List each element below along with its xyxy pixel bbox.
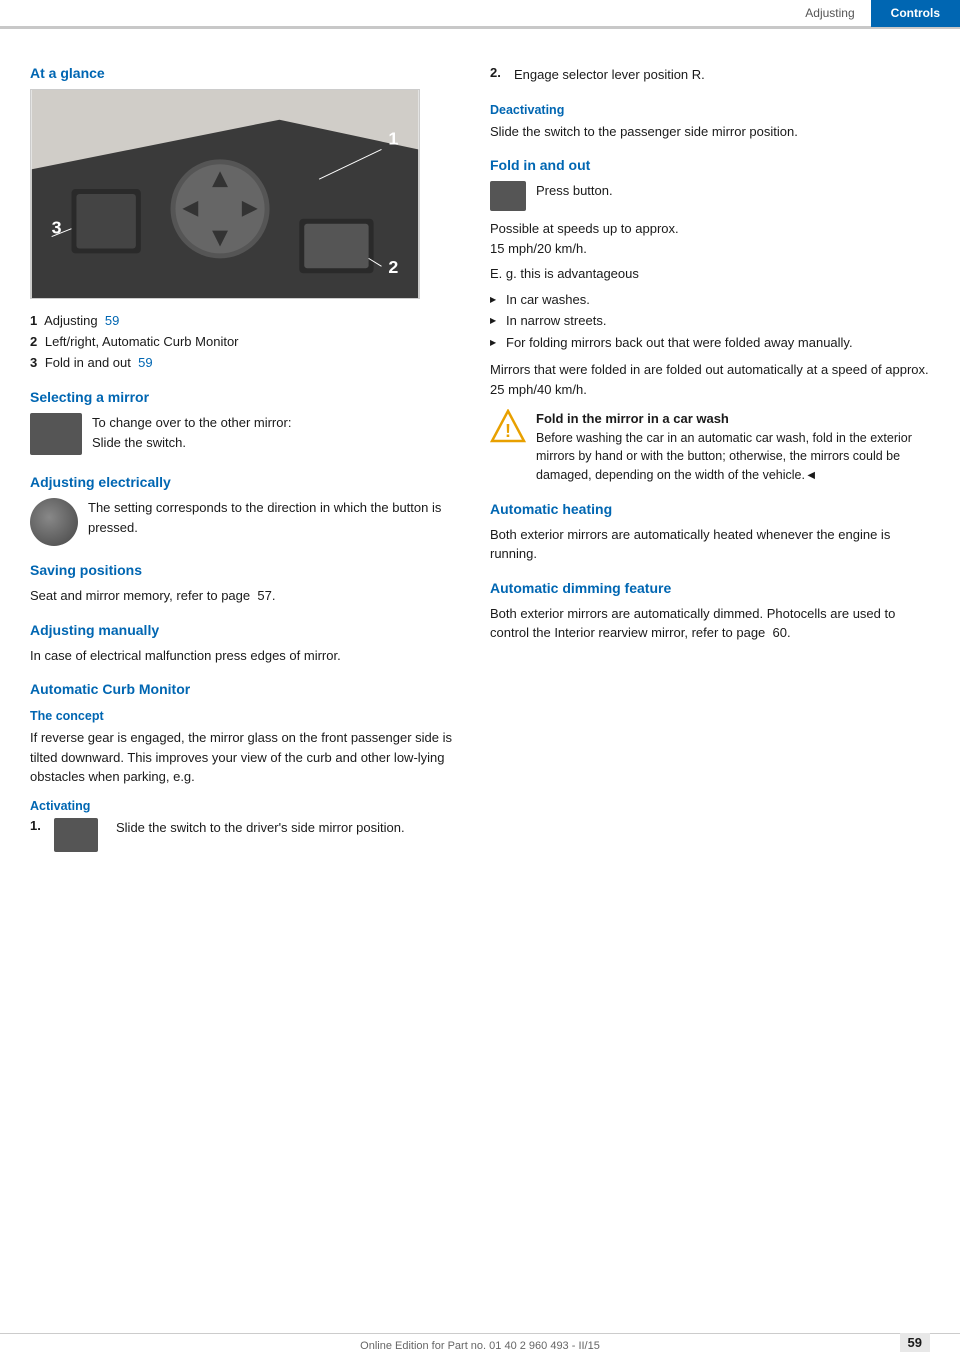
mirror-diagram: 3 2 1: [30, 89, 420, 299]
selecting-mirror-heading: Selecting a mirror: [30, 389, 460, 405]
joystick-icon: [30, 498, 78, 546]
fold-speed-text: Possible at speeds up to approx.15 mph/2…: [490, 219, 930, 258]
adjusting-manually-text: In case of electrical malfunction press …: [30, 646, 460, 666]
fold-in-out-heading: Fold in and out: [490, 157, 930, 173]
page-number: 59: [900, 1333, 930, 1352]
fold-auto-text: Mirrors that were folded in are folded o…: [490, 360, 930, 399]
step-1-num: 1.: [30, 818, 46, 833]
warning-content: Fold in the mirror in a car wash Before …: [536, 409, 930, 485]
tab-controls: Controls: [871, 0, 960, 27]
adjusting-electrically-row: The setting corresponds to the direction…: [30, 498, 460, 546]
footer: Online Edition for Part no. 01 40 2 960 …: [0, 1333, 960, 1352]
at-a-glance-heading: At a glance: [30, 65, 460, 81]
main-content: At a glance 3: [0, 45, 960, 880]
automatic-dimming-text: Both exterior mirrors are automatically …: [490, 604, 930, 643]
automatic-heating-heading: Automatic heating: [490, 501, 930, 517]
left-column: At a glance 3: [30, 65, 460, 860]
link-page-60[interactable]: 60: [773, 625, 787, 640]
activating-heading: Activating: [30, 799, 460, 813]
adjusting-electrically-text: The setting corresponds to the direction…: [88, 498, 460, 537]
step-2-row: 2. Engage selector lever position R.: [490, 65, 930, 91]
svg-text:1: 1: [388, 128, 398, 148]
deactivating-text: Slide the switch to the passenger side m…: [490, 122, 930, 142]
svg-text:2: 2: [388, 257, 398, 277]
at-a-glance-items: 1 Adjusting 59 2 Left/right, Automatic C…: [30, 311, 460, 373]
fold-advantage-text: E. g. this is advantageous: [490, 264, 930, 284]
press-button-text: Press button.: [536, 181, 613, 201]
bullet-2: In narrow streets.: [490, 311, 930, 331]
footer-text: Online Edition for Part no. 01 40 2 960 …: [360, 1340, 600, 1352]
fold-bullets: In car washes. In narrow streets. For fo…: [490, 290, 930, 353]
step-1-text: Slide the switch to the driver's side mi…: [116, 818, 405, 838]
automatic-dimming-heading: Automatic dimming feature: [490, 580, 930, 596]
the-concept-text: If reverse gear is engaged, the mirror g…: [30, 728, 460, 787]
deactivating-heading: Deactivating: [490, 103, 930, 117]
fold-button-row: Press button.: [490, 181, 930, 211]
warning-triangle-icon: !: [490, 409, 526, 445]
bullet-1: In car washes.: [490, 290, 930, 310]
saving-positions-heading: Saving positions: [30, 562, 460, 578]
header-bar: Adjusting Controls: [0, 0, 960, 28]
automatic-curb-monitor-heading: Automatic Curb Monitor: [30, 681, 460, 697]
link-adjusting[interactable]: 59: [105, 313, 119, 328]
link-page-57[interactable]: 57: [257, 588, 271, 603]
the-concept-heading: The concept: [30, 709, 460, 723]
link-fold[interactable]: 59: [138, 355, 152, 370]
step-2-num: 2.: [490, 65, 506, 80]
selecting-mirror-row: To change over to the other mirror:Slide…: [30, 413, 460, 458]
mirror-switch-icon: [30, 413, 82, 455]
step-2-text: Engage selector lever position R.: [514, 65, 705, 85]
list-item-3: 3 Fold in and out 59: [30, 353, 460, 374]
right-column: 2. Engage selector lever position R. Dea…: [490, 65, 930, 860]
automatic-heating-text: Both exterior mirrors are automatically …: [490, 525, 930, 564]
fold-button-icon: [490, 181, 526, 211]
step-1-row: 1. Slide the switch to the driver's side…: [30, 818, 460, 852]
warning-box: ! Fold in the mirror in a car wash Befor…: [490, 409, 930, 485]
tab-adjusting: Adjusting: [789, 2, 870, 24]
saving-positions-text: Seat and mirror memory, refer to page 57…: [30, 586, 460, 606]
adjusting-manually-heading: Adjusting manually: [30, 622, 460, 638]
list-item-2: 2 Left/right, Automatic Curb Monitor: [30, 332, 460, 353]
switch-icon-activating: [54, 818, 98, 852]
warning-title: Fold in the mirror in a car wash: [536, 409, 930, 429]
selecting-mirror-text: To change over to the other mirror:Slide…: [92, 413, 291, 452]
svg-text:!: !: [505, 421, 511, 441]
list-item-1: 1 Adjusting 59: [30, 311, 460, 332]
bullet-3: For folding mirrors back out that were f…: [490, 333, 930, 353]
warning-description: Before washing the car in an automatic c…: [536, 429, 930, 485]
adjusting-electrically-heading: Adjusting electrically: [30, 474, 460, 490]
